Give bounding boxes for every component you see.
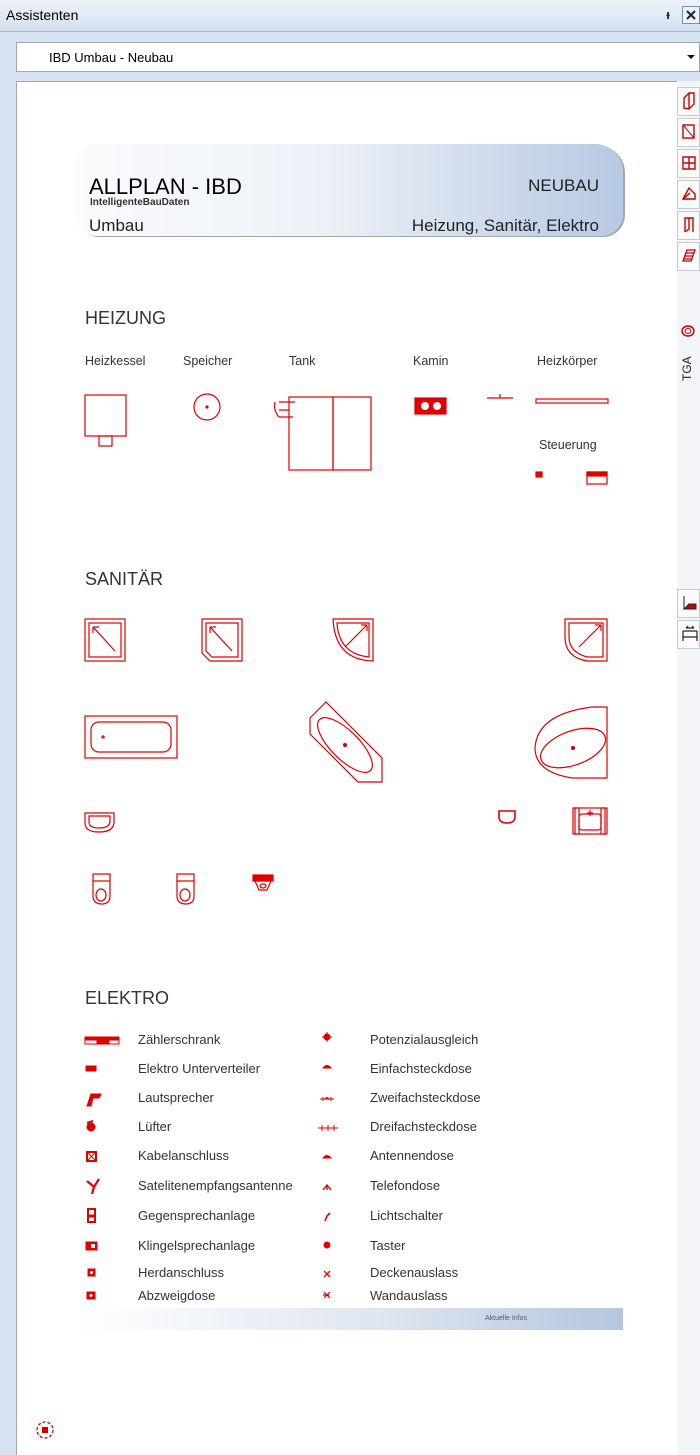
telefondose-symbol[interactable]: [322, 1183, 332, 1191]
steuerung-symbol[interactable]: [535, 471, 608, 485]
tab-tga-label: TGA: [680, 356, 694, 381]
dimension-icon[interactable]: [677, 589, 700, 618]
symbol-drawings: [84, 393, 611, 1300]
kamin-symbol[interactable]: [414, 397, 447, 415]
elektro-item[interactable]: Lautsprecher: [138, 1090, 214, 1105]
chevron-down-icon[interactable]: [683, 43, 699, 71]
navigation-icon[interactable]: [35, 1420, 55, 1440]
tga-icon: [681, 325, 695, 337]
speicher-symbol[interactable]: [193, 393, 221, 421]
urinal-symbol[interactable]: [252, 874, 274, 891]
aktuelle-infos-link[interactable]: Aktuelle Infos: [485, 1315, 527, 1322]
dreifachsteckdose-symbol[interactable]: [318, 1125, 338, 1131]
elektro-item[interactable]: Wandauslass: [370, 1288, 448, 1303]
elektro-item[interactable]: Lüfter: [138, 1119, 171, 1134]
kabelanschluss-symbol[interactable]: [86, 1151, 97, 1162]
einfachsteckdose-symbol[interactable]: [321, 1065, 333, 1069]
elektro-item[interactable]: Klingelsprechanlage: [138, 1238, 255, 1253]
elektro-item[interactable]: Dreifachsteckdose: [370, 1119, 477, 1134]
wall-icon[interactable]: [677, 87, 700, 116]
elektro-item[interactable]: Kabelanschluss: [138, 1148, 229, 1163]
heizkoerper-symbol[interactable]: [487, 394, 609, 404]
wc-symbol[interactable]: [176, 873, 195, 905]
elektro-item[interactable]: Gegensprechanlage: [138, 1208, 255, 1223]
antennendose-symbol[interactable]: [321, 1155, 333, 1159]
elektro-item[interactable]: Lichtschalter: [370, 1208, 443, 1223]
footer-bar: Aktuelle Infos: [75, 1308, 623, 1330]
zweifachsteckdose-symbol[interactable]: [320, 1097, 334, 1101]
eckwanne-symbol[interactable]: [309, 701, 383, 783]
assistant-selector-value: IBD Umbau - Neubau: [49, 50, 174, 65]
lautsprecher-symbol[interactable]: [86, 1093, 102, 1107]
pin-icon[interactable]: ᵻ: [660, 6, 676, 24]
elektro-item[interactable]: Einfachsteckdose: [370, 1061, 472, 1076]
luefter-symbol[interactable]: [86, 1120, 96, 1132]
dusche-symbol[interactable]: [332, 618, 374, 662]
antenne-symbol[interactable]: [86, 1178, 100, 1195]
dusche-symbol[interactable]: [201, 618, 243, 662]
close-icon[interactable]: [682, 6, 700, 24]
elektro-item[interactable]: Zählerschrank: [138, 1032, 220, 1047]
elektro-item[interactable]: Taster: [370, 1238, 405, 1253]
waschbecken-symbol[interactable]: [498, 810, 516, 824]
herdanschluss-symbol[interactable]: [87, 1268, 96, 1277]
deckenauslass-symbol[interactable]: [323, 1270, 331, 1278]
tab-tga[interactable]: TGA: [677, 323, 700, 387]
badewanne-symbol[interactable]: [84, 715, 178, 759]
tank-symbol[interactable]: [273, 396, 372, 471]
panel-titlebar: Assistenten ᵻ: [0, 0, 700, 32]
panel-title: Assistenten: [6, 7, 79, 23]
unterverteiler-symbol[interactable]: [85, 1065, 97, 1072]
section-sanitaer: SANITÄR: [85, 569, 164, 589]
waschtisch-symbol[interactable]: [572, 807, 608, 835]
eckwanne-symbol[interactable]: [534, 706, 611, 779]
wandauslass-symbol[interactable]: [323, 1291, 331, 1299]
section-elektro: ELEKTRO: [85, 988, 170, 1008]
gegensprechanlage-symbol[interactable]: [87, 1208, 96, 1223]
elektro-item[interactable]: Elektro Unterverteiler: [138, 1061, 260, 1076]
layers-icon[interactable]: [677, 242, 700, 271]
assistant-selector[interactable]: IBD Umbau - Neubau: [16, 42, 700, 72]
elektro-item[interactable]: Telefondose: [370, 1178, 440, 1193]
lichtschalter-symbol[interactable]: [324, 1212, 331, 1222]
elektro-item[interactable]: Herdanschluss: [138, 1265, 224, 1280]
dusche-symbol[interactable]: [84, 618, 126, 662]
right-toolbar: TGA: [677, 81, 700, 1455]
zaehlerschrank-symbol[interactable]: [84, 1036, 120, 1045]
measure-icon[interactable]: [677, 620, 700, 649]
elektro-item[interactable]: Satelitenempfangsantenne: [138, 1178, 293, 1193]
elektro-item[interactable]: Deckenauslass: [370, 1265, 458, 1280]
taster-symbol[interactable]: [323, 1241, 331, 1249]
stair-icon[interactable]: [677, 149, 700, 178]
wc-symbol[interactable]: [92, 873, 111, 905]
heizkessel-symbol[interactable]: [84, 394, 127, 447]
elektro-item[interactable]: Antennendose: [370, 1148, 454, 1163]
dusche-symbol[interactable]: [564, 618, 608, 662]
elektro-item[interactable]: Potenzialausgleich: [370, 1032, 478, 1047]
abzweigdose-symbol[interactable]: [86, 1291, 96, 1300]
potenzialausgleich-symbol[interactable]: [322, 1032, 332, 1042]
roof-icon[interactable]: [677, 180, 700, 209]
assistant-content: ALLPLAN - IBD IntelligenteBauDaten Umbau…: [16, 81, 677, 1455]
elektro-item[interactable]: Abzweigdose: [138, 1288, 215, 1303]
door-icon[interactable]: [677, 211, 700, 240]
window-icon[interactable]: [677, 118, 700, 147]
klingelsprechanlage-symbol[interactable]: [85, 1241, 98, 1251]
elektro-item[interactable]: Zweifachsteckdose: [370, 1090, 481, 1105]
waschbecken-symbol[interactable]: [84, 812, 115, 833]
